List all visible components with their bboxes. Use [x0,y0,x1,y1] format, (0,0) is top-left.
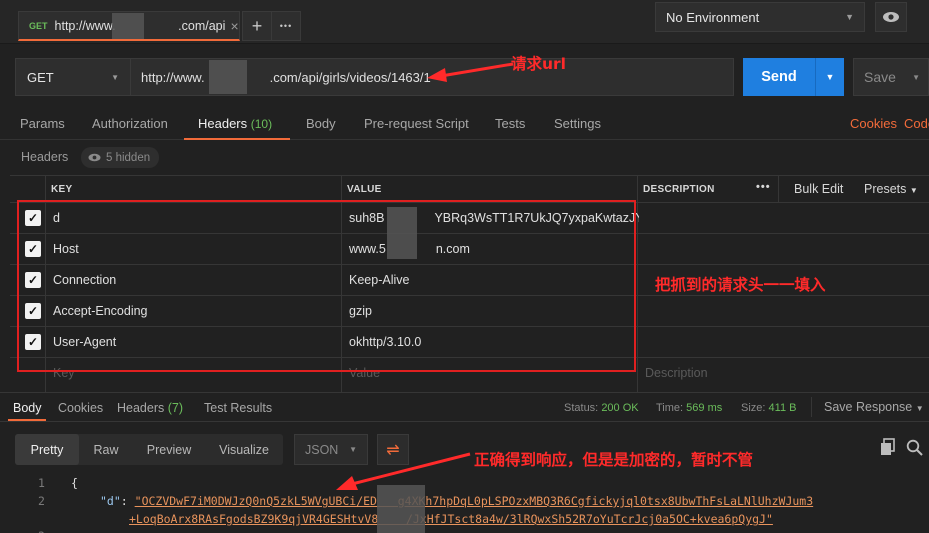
presets-label: Presets [864,182,907,196]
resp-tab-body[interactable]: Body [13,401,42,415]
method-label: GET [27,69,54,85]
hidden-headers-toggle[interactable]: 5 hidden [81,147,160,168]
json-key: "d" [100,494,121,508]
tab-headers[interactable]: Headers (10) [198,116,272,131]
status-label: Status: [564,402,599,414]
description-placeholder[interactable]: Description [645,366,708,380]
tab-body[interactable]: Body [306,116,336,131]
method-select[interactable]: GET ▼ [15,58,131,96]
chevron-down-icon: ▼ [909,186,918,195]
close-icon[interactable]: × [231,18,239,34]
json-string: "OCZVDwF7iM0DWJzQ0nQ5zkL5WVgUBCi/ED g4XK… [134,494,814,508]
annotation-response: 正确得到响应，但是是加密的，暂时不管 [474,451,754,469]
more-options-icon[interactable]: ••• [756,181,771,193]
chevron-down-icon: ▼ [845,12,854,22]
headers-section-title: Headers [21,150,69,164]
format-tabs: Pretty Raw Preview Visualize [15,434,283,465]
status-value: 200 OK [601,402,639,414]
request-tabs: Params Authorization Headers (10) Body P… [0,108,929,140]
time-label: Time: [656,402,684,414]
send-options-icon[interactable]: ▼ [816,72,844,82]
resp-tab-test-results[interactable]: Test Results [204,401,272,415]
active-tab-indicator [184,138,290,140]
send-label: Send [761,69,797,85]
format-pretty[interactable]: Pretty [15,434,79,465]
col-divider [778,175,779,203]
annotation-box [17,200,636,372]
annotation-arrow [336,452,471,490]
col-value: VALUE [347,184,382,195]
environment-quick-look-button[interactable] [875,2,907,32]
status-meta: Status: 200 OK [564,402,639,414]
tab-authorization[interactable]: Authorization [92,116,168,131]
bulk-edit-link[interactable]: Bulk Edit [794,182,843,196]
eye-icon [88,153,101,162]
send-button[interactable]: Send ▼ [743,58,844,96]
json-colon: : [120,494,135,508]
presets-link[interactable]: Presets ▼ [864,182,918,196]
annotation-url: 请求url [511,55,566,73]
eye-icon [883,12,899,22]
divider [811,397,812,417]
chevron-down-icon: ▼ [111,72,119,82]
chevron-down-icon: ▼ [912,72,920,82]
code-link[interactable]: Code [904,116,929,131]
save-button[interactable]: Save ▼ [853,58,929,96]
size-value: 411 B [768,402,797,414]
annotation-arrow [427,62,514,82]
chevron-down-icon: ▼ [915,404,924,413]
environment-label: No Environment [666,9,760,25]
tab-more-button[interactable]: ••• [271,11,301,41]
active-tab-indicator [8,419,46,421]
code-line: "d": "OCZVDwF7iM0DWJzQ0nQ5zkL5WVgUBCi/ED… [100,494,813,508]
code-line: { [71,476,78,490]
tab-prerequest-script[interactable]: Pre-request Script [364,116,469,131]
tab-tests[interactable]: Tests [495,116,525,131]
tab-headers-label: Headers [198,116,248,131]
hidden-count: 5 hidden [106,151,151,164]
col-key: KEY [51,184,73,195]
resp-tab-headers-label: Headers [117,401,165,415]
environment-select[interactable]: No Environment ▼ [655,2,865,32]
response-tabs: Body Cookies Headers (7) Test Results St… [0,392,929,422]
json-string-cont: +LoqBoArx8RAsFgodsBZ9K9qjVR4GESHtvV8 /Jx… [129,512,773,526]
add-tab-button[interactable]: + [242,11,272,41]
format-visualize[interactable]: Visualize [205,434,283,465]
time-value: 569 ms [686,402,723,414]
size-meta: Size: 411 B [741,402,796,414]
save-label: Save [864,69,896,85]
resp-tab-headers-count: (7) [167,401,184,415]
line-number: 3 [38,529,45,533]
annotation-headers: 把抓到的请求头一一填入 [655,276,826,294]
line-number: 1 [38,476,45,490]
tab-settings[interactable]: Settings [554,116,601,131]
redaction [112,13,144,39]
tab-params[interactable]: Params [20,116,65,131]
tab-headers-count: (10) [250,117,273,131]
format-preview[interactable]: Preview [133,434,205,465]
resp-tab-cookies[interactable]: Cookies [58,401,103,415]
tab-method: GET [29,20,48,31]
resp-tab-headers[interactable]: Headers (7) [117,401,183,415]
search-icon[interactable] [906,439,924,457]
format-raw[interactable]: Raw [79,434,133,465]
time-meta: Time: 569 ms [656,402,722,414]
size-label: Size: [741,402,766,414]
headers-table-header: KEY VALUE DESCRIPTION ••• Bulk Edit Pres… [10,175,929,203]
line-number: 2 [38,494,45,508]
cookies-link[interactable]: Cookies [850,116,897,131]
copy-icon[interactable] [880,438,896,456]
code-line: +LoqBoArx8RAsFgodsBZ9K9qjVR4GESHtvV8 /Jx… [129,512,773,526]
col-description: DESCRIPTION [643,184,715,195]
save-response-label: Save Response [824,400,913,414]
redaction [209,60,247,94]
save-response-button[interactable]: Save Response ▼ [824,400,924,414]
